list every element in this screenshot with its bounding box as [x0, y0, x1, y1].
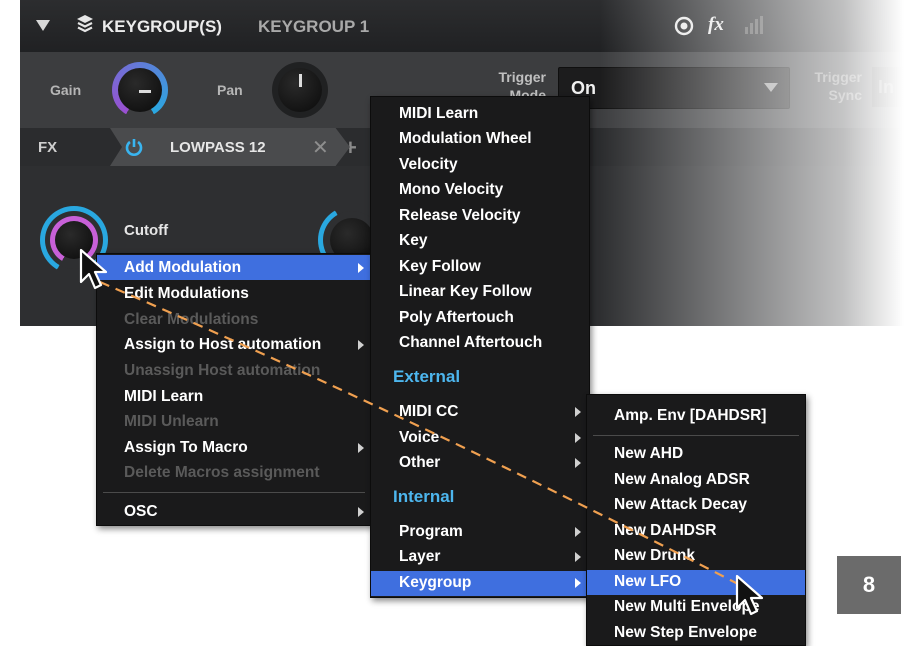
mouse-cursor-icon — [79, 248, 108, 290]
step-number-badge: 8 — [837, 556, 901, 614]
mouse-path-overlay — [99, 280, 741, 586]
mouse-cursor-icon — [735, 574, 764, 616]
